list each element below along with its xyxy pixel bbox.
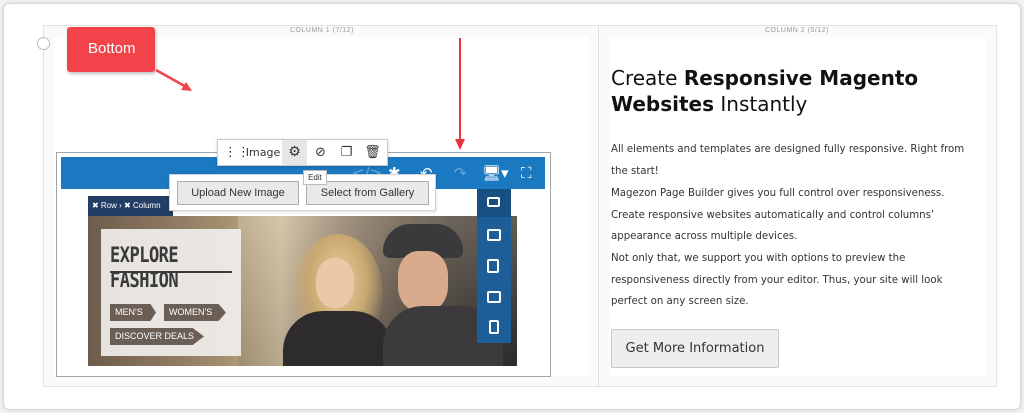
desktop-device-icon[interactable]: 🖥︎▾ (482, 163, 509, 183)
device-preview-bar (477, 189, 511, 343)
section-heading: Create Responsive Magento Websites Instan… (611, 66, 919, 116)
breadcrumb-badge[interactable]: ✖ Row › ✖ Column (88, 196, 173, 216)
eye-slash-icon[interactable]: ⊘ (308, 140, 333, 165)
paragraph-1: All elements and templates are designed … (611, 144, 965, 177)
element-type-label: Image (245, 146, 281, 159)
upload-new-image-button[interactable]: Upload New Image (177, 181, 299, 205)
desktop-icon[interactable] (487, 197, 500, 207)
column-1-label: COLUMN 1 (7/12) (290, 27, 354, 34)
fullscreen-icon[interactable]: ⛶ (521, 163, 532, 183)
get-more-information-button[interactable]: Get More Information (611, 329, 779, 368)
tag-mens: MEN'S (110, 304, 156, 321)
column-2-label: COLUMN 2 (5/12) (765, 27, 829, 34)
edit-tooltip: Edit (303, 170, 327, 185)
mobile-icon[interactable] (489, 320, 499, 334)
tablet-portrait-icon[interactable] (487, 291, 501, 303)
gear-icon[interactable]: ⚙ (282, 140, 307, 165)
element-toolbar: ⋮⋮ Image ⚙ ⊘ ❐ 🗑︎ (217, 139, 388, 166)
drag-handle-icon[interactable]: ⋮⋮ (224, 140, 250, 165)
bottom-callout: Bottom (67, 27, 155, 72)
tablet-landscape-icon[interactable] (487, 259, 499, 273)
tag-womens: WOMEN'S (164, 304, 226, 321)
trash-icon[interactable]: 🗑︎ (360, 140, 385, 165)
tag-discover-deals: DISCOVER DEALS (110, 328, 204, 345)
copy-icon[interactable]: ❐ (334, 140, 359, 165)
fashion-title-underline (110, 271, 232, 273)
column-divider (598, 26, 599, 386)
paragraph-3: Not only that, we support you with optio… (611, 253, 943, 307)
fashion-title: EXPLORE FASHION (110, 243, 179, 293)
paragraph-2: Magezon Page Builder gives you full cont… (611, 188, 945, 242)
laptop-icon[interactable] (487, 229, 501, 241)
row-select-radio[interactable] (37, 37, 50, 50)
redo-icon[interactable]: ↷ (454, 163, 467, 183)
